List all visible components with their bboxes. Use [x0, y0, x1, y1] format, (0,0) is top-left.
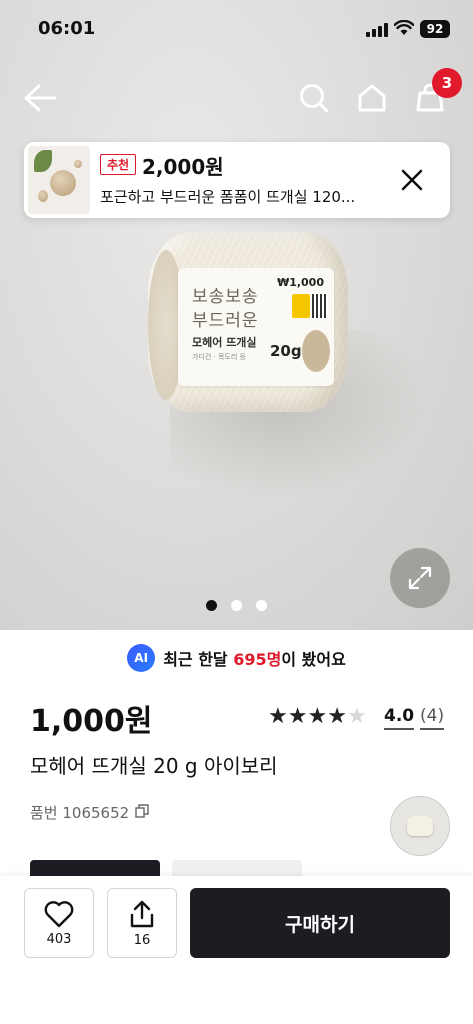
star-filled-icon: ★ [327, 704, 347, 729]
search-icon[interactable] [296, 80, 332, 116]
label-line2: 부드러운 [192, 311, 259, 331]
label-line3: 모헤어 뜨개실 [192, 336, 257, 349]
label-yellow-badge [292, 294, 310, 318]
battery-icon: 92 [420, 20, 450, 38]
home-icon[interactable] [354, 80, 390, 116]
star-filled-icon: ★ [268, 704, 288, 729]
viewers-suffix: 이 봤어요 [281, 650, 346, 669]
product-price: 1,000원 [30, 704, 153, 739]
star-filled-icon: ★ [287, 704, 308, 729]
recommendation-price: 2,000원 [142, 155, 224, 179]
viewers-text: 최근 한달 695명이 봤어요 [163, 646, 346, 670]
expand-image-button[interactable] [390, 548, 450, 608]
review-count[interactable]: (4) [420, 706, 445, 730]
copy-icon[interactable] [135, 803, 149, 822]
recommendation-thumbnail [28, 146, 90, 214]
rating-value[interactable]: 4.0 [384, 706, 415, 730]
like-button[interactable]: 403 [24, 888, 94, 958]
carousel-dot[interactable] [256, 600, 267, 611]
back-arrow-icon[interactable] [22, 80, 58, 116]
color-swatch[interactable] [390, 796, 450, 856]
expand-icon [408, 566, 432, 590]
wifi-icon [393, 19, 415, 40]
carousel-dot-active[interactable] [206, 600, 217, 611]
product-image[interactable]: 보송보송 부드러운 모헤어 뜨개실 가디건 · 목도리 등 ₩1,000 20g [0, 0, 473, 630]
ai-badge-icon: AI [127, 644, 156, 672]
status-time: 06:01 [38, 18, 96, 39]
star-empty-icon: ★ [346, 704, 367, 729]
share-count: 16 [133, 932, 151, 948]
recommendation-banner[interactable]: 추천 2,000원 포근하고 부드러운 폼폼이 뜨개실 120... [24, 142, 450, 218]
pompom-ball [50, 170, 76, 196]
carousel-dots [206, 600, 267, 611]
viewers-count: 695명 [233, 650, 282, 669]
close-icon[interactable] [396, 164, 428, 196]
heart-icon [44, 900, 74, 927]
recommend-tag: 추천 [100, 154, 137, 175]
recommendation-title: 포근하고 부드러운 폼폼이 뜨개실 120... [100, 188, 356, 206]
pompom-small [38, 190, 48, 202]
label-line4: 가디건 · 목도리 등 [192, 353, 246, 361]
like-count: 403 [46, 931, 72, 947]
viewers-prefix: 최근 한달 [163, 650, 234, 669]
label-weight: 20g [270, 342, 302, 360]
star-filled-icon: ★ [307, 704, 328, 729]
label-price: ₩1,000 [277, 276, 324, 289]
buy-button[interactable]: 구매하기 [190, 888, 450, 958]
product-name: 모헤어 뜨개실 20 g 아이보리 [30, 754, 278, 778]
label-circle-badge [302, 330, 330, 372]
label-barcode [312, 294, 328, 318]
recent-viewers: AI 최근 한달 695명이 봤어요 [0, 634, 473, 682]
signal-icon [366, 22, 388, 41]
leaf-decoration [34, 150, 52, 172]
carousel-dot[interactable] [231, 600, 242, 611]
sku-text: 품번 1065652 [30, 804, 130, 822]
cart-count-badge[interactable]: 3 [432, 68, 462, 98]
status-bar: 06:01 92 [0, 0, 473, 60]
share-icon [130, 900, 154, 927]
label-line1: 보송보송 [192, 287, 259, 307]
rating-stars[interactable]: ★ ★ ★ ★ ★ [268, 706, 367, 728]
share-button[interactable]: 16 [107, 888, 177, 958]
swatch-thumbnail [407, 816, 433, 836]
product-label: 보송보송 부드러운 모헤어 뜨개실 가디건 · 목도리 등 ₩1,000 20g [178, 268, 334, 386]
product-sku: 품번 1065652 [30, 802, 149, 823]
pompom-small [74, 160, 82, 168]
